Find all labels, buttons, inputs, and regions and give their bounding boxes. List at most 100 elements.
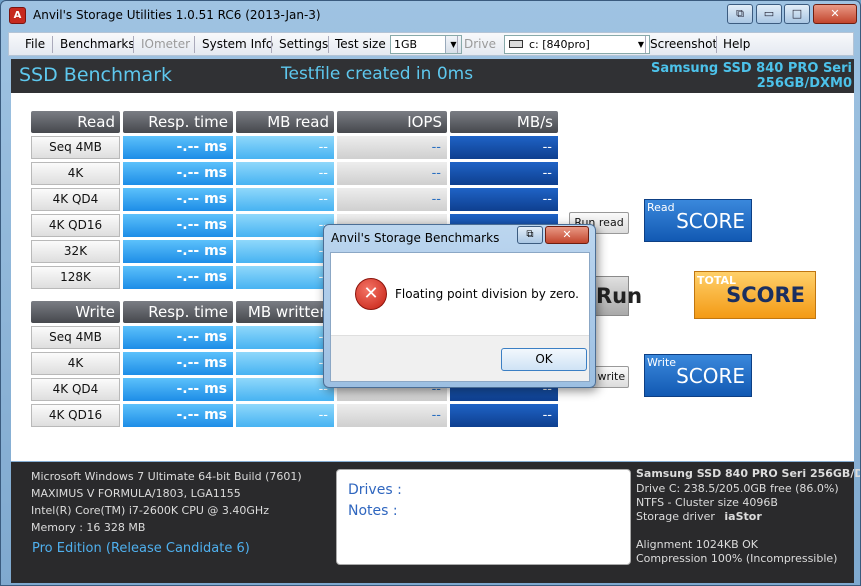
close-button[interactable]: ✕ — [813, 4, 857, 24]
read-row-mb: -- — [236, 240, 334, 263]
menu-separator — [328, 36, 329, 53]
ok-button[interactable]: OK — [501, 348, 587, 371]
read-header-resp: Resp. time — [123, 111, 233, 133]
write-row-mbs: -- — [450, 404, 558, 427]
test-size-label: Test size — [335, 37, 386, 51]
motherboard-info: MAXIMUS V FORMULA/1803, LGA1155 — [31, 487, 241, 500]
drive-info-cluster: NTFS - Cluster size 4096B — [636, 496, 778, 509]
read-row-resp: -.-- ms — [123, 136, 233, 159]
read-row-mb: -- — [236, 188, 334, 211]
chevron-down-icon[interactable]: ▼ — [633, 36, 649, 53]
error-icon: ✕ — [355, 278, 387, 310]
read-row-label[interactable]: 32K — [31, 240, 120, 263]
menu-separator — [194, 36, 195, 53]
drive-info-compression: Compression 100% (Incompressible) — [636, 552, 838, 565]
menu-separator — [457, 36, 458, 53]
chevron-down-icon[interactable]: ▼ — [445, 36, 461, 53]
read-header-mb: MB read — [236, 111, 334, 133]
benchmark-header: SSD Benchmark Testfile created in 0ms Sa… — [11, 59, 854, 93]
menu-system-info[interactable]: System Info — [202, 37, 273, 51]
write-row-label[interactable]: 4K — [31, 352, 120, 375]
read-row-iops: -- — [337, 188, 447, 211]
dialog-body: ✕ Floating point division by zero. OK — [330, 252, 590, 382]
read-row-label[interactable]: 4K QD4 — [31, 188, 120, 211]
write-header-label: Write — [31, 301, 120, 323]
read-row-mbs: -- — [450, 136, 558, 159]
menu-separator — [716, 36, 717, 53]
dialog-restore-icon[interactable]: ⧉ — [517, 226, 543, 244]
test-size-select[interactable]: 1GB ▼ — [390, 35, 462, 54]
os-info: Microsoft Windows 7 Ultimate 64-bit Buil… — [31, 470, 302, 483]
menu-screenshot[interactable]: Screenshot — [650, 37, 717, 51]
read-row-label[interactable]: 4K — [31, 162, 120, 185]
read-row-mb: -- — [236, 136, 334, 159]
read-row-mb: -- — [236, 214, 334, 237]
menu-help[interactable]: Help — [723, 37, 750, 51]
read-row-mbs: -- — [450, 188, 558, 211]
read-header-iops: IOPS — [337, 111, 447, 133]
read-row-label[interactable]: 4K QD16 — [31, 214, 120, 237]
write-score-box: Write SCORE — [644, 354, 752, 397]
read-score-box: Read SCORE — [644, 199, 752, 242]
menu-benchmarks[interactable]: Benchmarks — [60, 37, 135, 51]
write-row-iops: -- — [337, 404, 447, 427]
read-row-iops: -- — [337, 136, 447, 159]
app-window: A Anvil's Storage Utilities 1.0.51 RC6 (… — [0, 0, 861, 586]
read-row-resp: -.-- ms — [123, 214, 233, 237]
notes-box[interactable]: Drives : Notes : — [336, 469, 631, 565]
dialog-message: Floating point division by zero. — [395, 287, 579, 301]
write-row-label[interactable]: Seq 4MB — [31, 326, 120, 349]
drive-info-free: Drive C: 238.5/205.0GB free (86.0%) — [636, 482, 839, 495]
read-row-resp: -.-- ms — [123, 162, 233, 185]
read-row-mb: -- — [236, 162, 334, 185]
status-text: Testfile created in 0ms — [281, 64, 474, 84]
dialog-close-button[interactable]: ✕ — [545, 226, 589, 244]
read-row-resp: -.-- ms — [123, 188, 233, 211]
drive-value: c: [840pro] — [529, 38, 590, 51]
read-header-mbs: MB/s — [450, 111, 558, 133]
run-button[interactable]: Run — [591, 276, 642, 316]
drive-info-alignment: Alignment 1024KB OK — [636, 538, 758, 551]
write-row-mb: -- — [236, 352, 334, 375]
write-score-value: SCORE — [676, 364, 745, 388]
title-bar[interactable]: A Anvil's Storage Utilities 1.0.51 RC6 (… — [1, 1, 860, 31]
write-row-resp: -.-- ms — [123, 326, 233, 349]
write-score-label: Write — [647, 356, 677, 369]
header-drive-model: 256GB/DXM0 — [756, 76, 852, 91]
drive-info-driver: Storage driver iaStor — [636, 510, 762, 523]
menu-separator — [271, 36, 272, 53]
driver-label: Storage driver — [636, 510, 715, 523]
read-row-mbs: -- — [450, 162, 558, 185]
minimize-button[interactable]: ▭ — [756, 4, 782, 24]
window-restore-icon[interactable]: ⧉ — [727, 4, 753, 24]
menu-settings[interactable]: Settings — [279, 37, 328, 51]
menu-iometer[interactable]: IOmeter — [141, 37, 190, 51]
read-row-mb: -- — [236, 266, 334, 289]
read-row-resp: -.-- ms — [123, 266, 233, 289]
write-header-resp: Resp. time — [123, 301, 233, 323]
edition-label: Pro Edition (Release Candidate 6) — [32, 541, 250, 556]
read-row-label[interactable]: 128K — [31, 266, 120, 289]
drives-label: Drives : — [348, 482, 402, 498]
menu-separator — [52, 36, 53, 53]
read-row-label[interactable]: Seq 4MB — [31, 136, 120, 159]
window-title: Anvil's Storage Utilities 1.0.51 RC6 (20… — [33, 8, 321, 22]
menu-bar: File Benchmarks IOmeter System Info Sett… — [8, 32, 854, 56]
write-row-label[interactable]: 4K QD16 — [31, 404, 120, 427]
drive-select[interactable]: c: [840pro] ▼ — [504, 35, 650, 54]
menu-separator — [133, 36, 134, 53]
write-row-label[interactable]: 4K QD4 — [31, 378, 120, 401]
system-info-footer: Microsoft Windows 7 Ultimate 64-bit Buil… — [11, 462, 860, 583]
memory-info: Memory : 16 328 MB — [31, 521, 146, 534]
error-dialog: Anvil's Storage Benchmarks ⧉ ✕ ✕ Floatin… — [323, 224, 596, 388]
header-drive-name: Samsung SSD 840 PRO Seri — [650, 61, 852, 76]
anvil-logo-icon[interactable]: A — [9, 7, 26, 24]
read-score-value: SCORE — [676, 209, 745, 233]
page-title: SSD Benchmark — [19, 64, 173, 86]
dialog-button-bar: OK — [331, 335, 589, 381]
menu-file[interactable]: File — [25, 37, 45, 51]
write-row-mb: -- — [236, 378, 334, 401]
write-row-resp: -.-- ms — [123, 352, 233, 375]
drive-info-name: Samsung SSD 840 PRO Seri 256GB/DXM0 — [636, 467, 860, 480]
maximize-button[interactable]: □ — [784, 4, 810, 24]
